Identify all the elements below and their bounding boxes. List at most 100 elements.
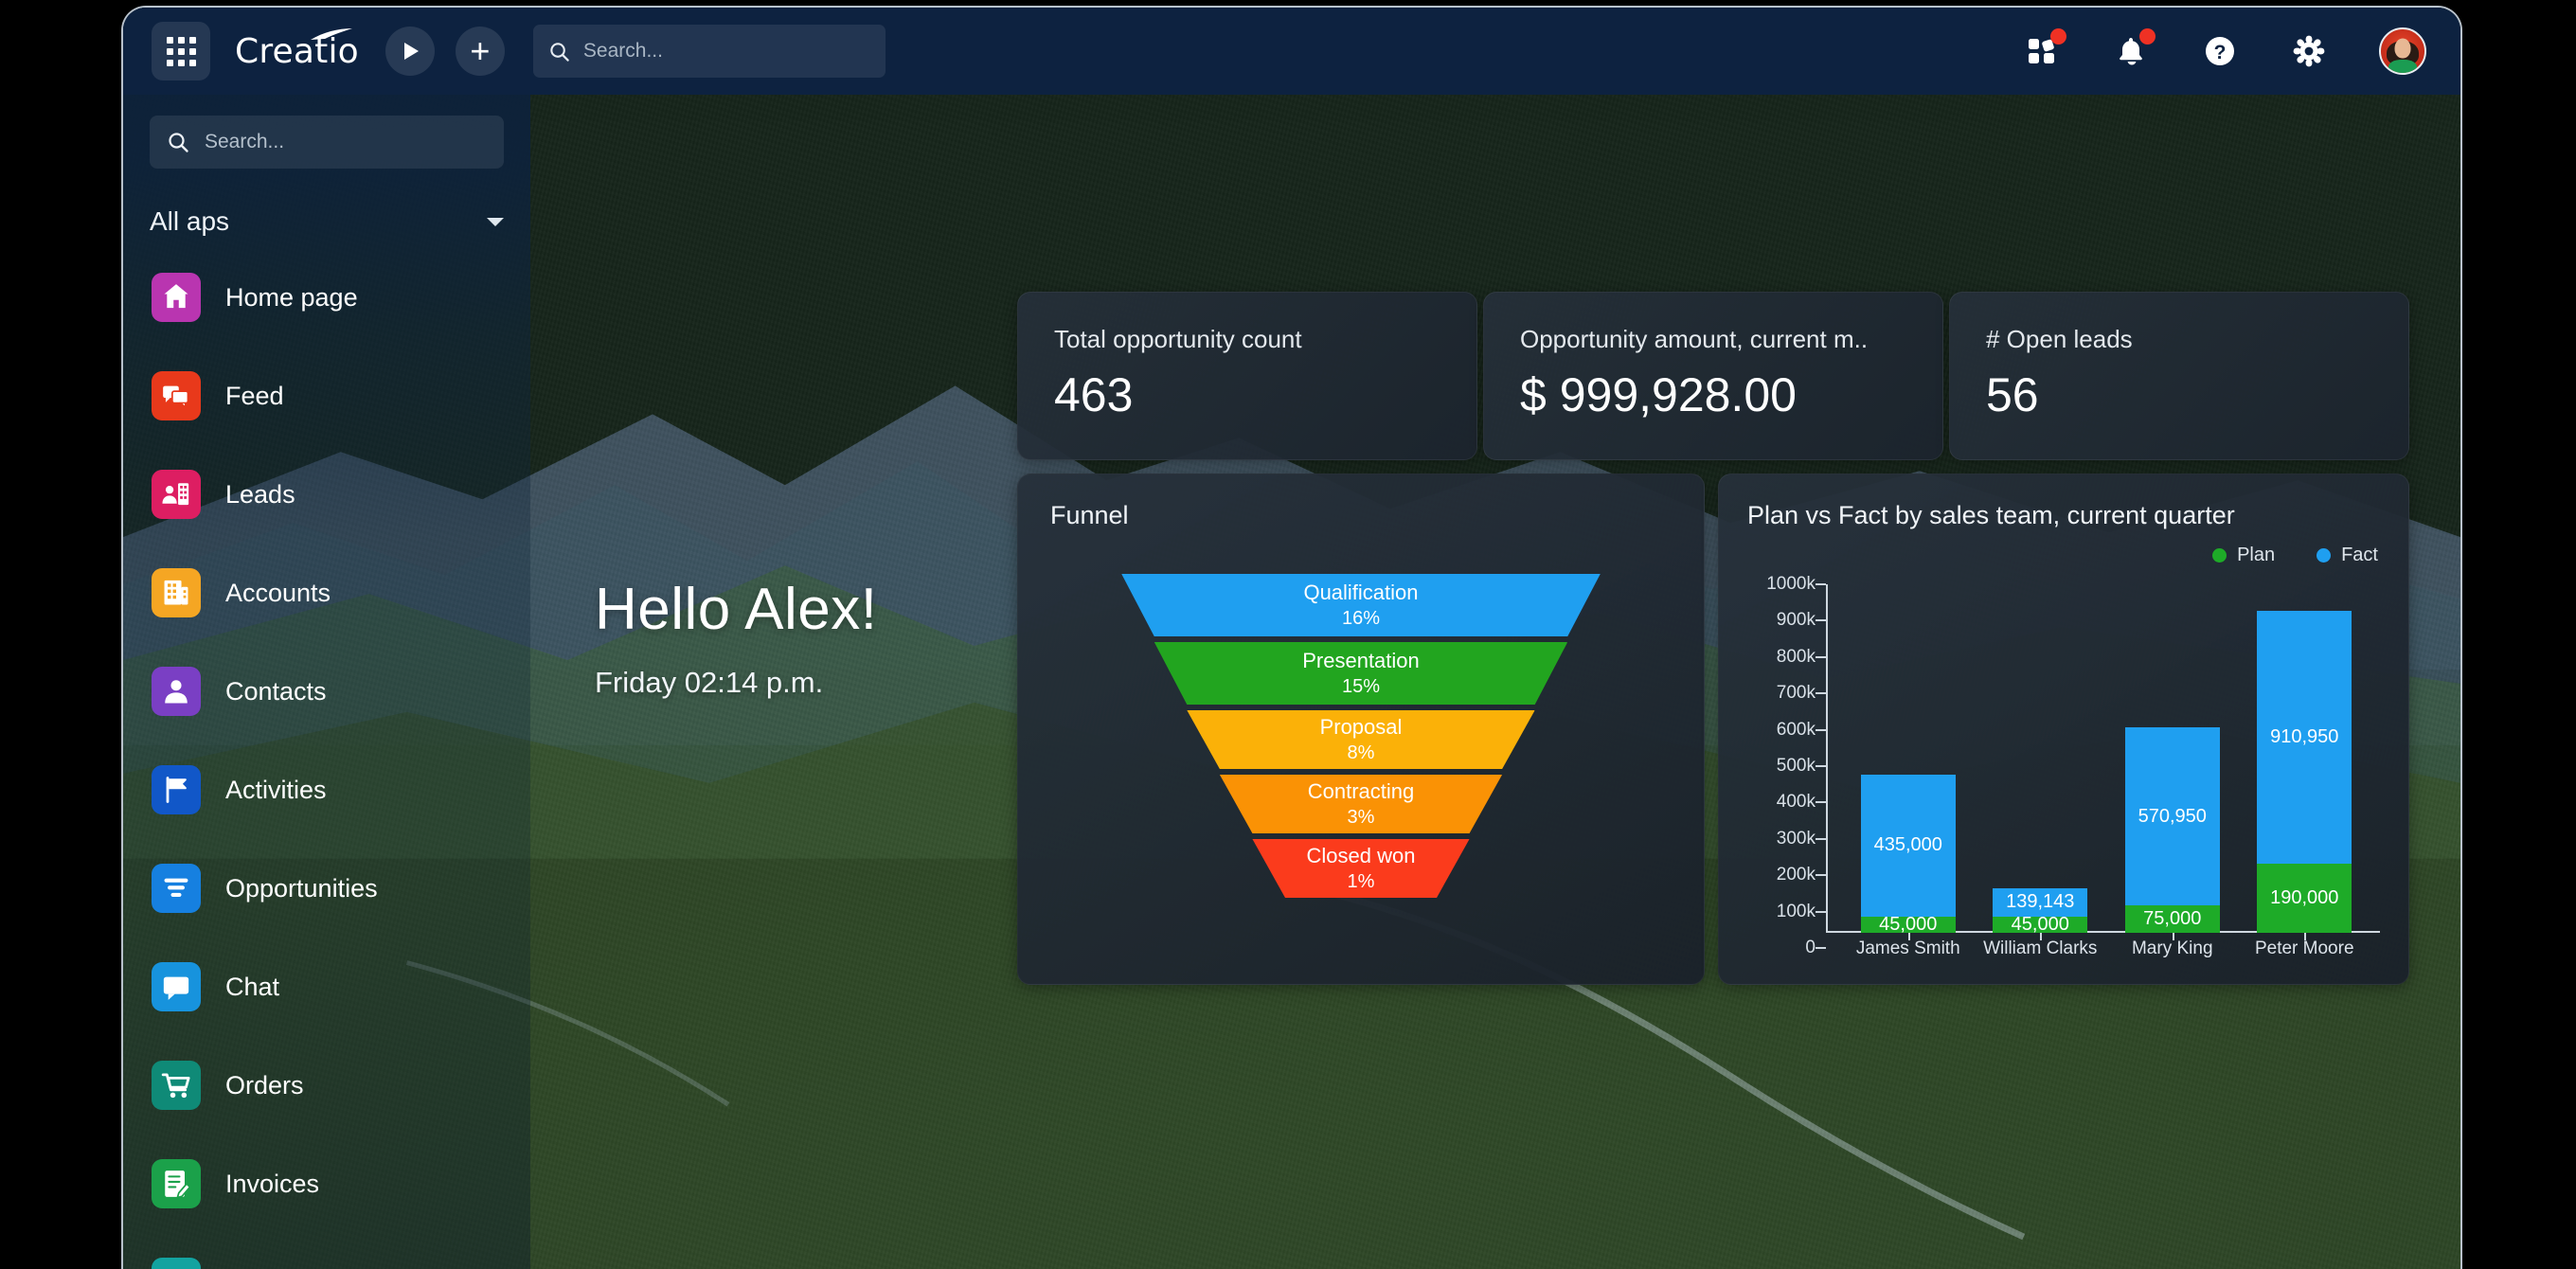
kpi-card[interactable]: Opportunity amount, current m.. $ 999,928…: [1483, 292, 1943, 460]
sidebar-item-label: Opportunities: [225, 873, 378, 903]
apps-grid-button[interactable]: [152, 22, 210, 80]
funnel-stage[interactable]: Proposal 8%: [1187, 710, 1535, 769]
plan-vs-fact-title: Plan vs Fact by sales team, current quar…: [1747, 501, 2235, 529]
y-axis-tick: [1816, 619, 1826, 622]
funnel-stage[interactable]: Qualification 16%: [1121, 574, 1601, 636]
chevron-down-icon: [487, 217, 504, 226]
sidebar-item-partial[interactable]: [133, 1254, 521, 1269]
sidebar-item-label: Orders: [225, 1070, 304, 1099]
sidebar-item-label: Home page: [225, 282, 358, 312]
bar-segment-fact[interactable]: 139,143: [1993, 888, 2088, 917]
funnel-stage[interactable]: Presentation 15%: [1154, 642, 1568, 705]
funnel-chart: Qualification 16% Presentation 15% Proposal 8…: [1050, 551, 1672, 968]
sidebar-item-feed[interactable]: Feed: [133, 367, 521, 424]
funnel-stage[interactable]: Closed won 1%: [1252, 839, 1470, 898]
kpi-value: 463: [1054, 368, 1134, 421]
global-search-placeholder: Search...: [582, 40, 663, 62]
creatio-app-window: Creatio + Search... ? Search... All aps …: [121, 6, 2462, 1269]
user-avatar[interactable]: [2379, 27, 2426, 75]
bar-value-fact: 139,143: [2006, 891, 2075, 913]
avatar-body: [2388, 60, 2417, 73]
bar-group[interactable]: 435,000 45,000: [1860, 774, 1956, 935]
creatio-logo[interactable]: Creatio: [235, 28, 359, 74]
y-axis-tick-label: 100k: [1776, 901, 1816, 921]
bar-group[interactable]: 570,950 75,000: [2124, 727, 2220, 933]
bar-segment-plan[interactable]: 190,000: [2257, 864, 2352, 933]
funnel-stage-label: Contracting: [1307, 778, 1415, 803]
sidebar-search-input[interactable]: Search...: [150, 116, 504, 169]
bar-segment-plan[interactable]: 45,000: [1993, 914, 2088, 935]
bar-group[interactable]: 139,143 45,000: [1993, 888, 2088, 935]
kpi-value: $ 999,928.00: [1520, 368, 1797, 421]
legend-item[interactable]: Plan: [2212, 545, 2275, 566]
funnel-widget[interactable]: Funnel Qualification 16% Presentation 15% Pr…: [1017, 474, 1705, 985]
y-axis-tick: [1816, 692, 1826, 695]
notifications-badge: [2139, 28, 2156, 45]
marketplace-badge: [2050, 28, 2066, 45]
x-axis-category-label: Mary King: [2131, 938, 2213, 958]
run-process-button[interactable]: [385, 27, 435, 76]
legend-swatch: [2317, 548, 2332, 563]
global-search-input[interactable]: Search...: [532, 25, 886, 78]
funnel-stage-label: Qualification: [1303, 580, 1419, 604]
plan-vs-fact-widget[interactable]: Plan vs Fact by sales team, current quar…: [1718, 474, 2409, 985]
marketplace-button[interactable]: [2023, 28, 2066, 70]
apps-filter-dropdown[interactable]: All aps: [150, 201, 504, 242]
bar-segment-plan[interactable]: 75,000: [2124, 905, 2220, 933]
kpi-card-row: Total opportunity count 463 Opportunity am…: [1017, 292, 2409, 460]
sidebar-item-invoices[interactable]: Invoices: [133, 1155, 521, 1212]
y-axis-line: [1826, 584, 1828, 933]
y-axis-tick: [1816, 801, 1826, 804]
sidebar-search-placeholder: Search...: [205, 131, 285, 152]
sidebar-item-activities[interactable]: Activities: [133, 761, 521, 818]
y-axis-tick-label: 600k: [1776, 719, 1816, 740]
chart-row: Funnel Qualification 16% Presentation 15% Pr…: [1017, 474, 2409, 985]
bar-chart: Plan Fact 0 100k 200k 300k 400k 500k 600k 700k 80…: [1747, 545, 2384, 959]
avatar-face: [2394, 38, 2411, 59]
bar-value-plan: 75,000: [2143, 908, 2202, 930]
y-axis-tick: [1816, 655, 1826, 658]
y-axis-tick: [1816, 728, 1826, 731]
sidebar-item-orders[interactable]: Orders: [133, 1057, 521, 1114]
settings-button[interactable]: [2290, 32, 2328, 70]
help-button[interactable]: ?: [2201, 32, 2239, 70]
funnel-widget-title: Funnel: [1050, 501, 1129, 529]
sidebar-item-label: Chat: [225, 972, 280, 1001]
contacts-icon: [152, 667, 201, 716]
sidebar-item-label: Leads: [225, 479, 295, 509]
sidebar-nav-list: Home page Feed Leads Accounts Contacts Activi…: [123, 269, 530, 1269]
sidebar-item-accounts[interactable]: Accounts: [133, 564, 521, 621]
kpi-title: Opportunity amount, current m..: [1520, 325, 1869, 353]
y-axis-tick: [1816, 947, 1826, 949]
legend-swatch: [2212, 548, 2227, 563]
bar-segment-plan[interactable]: 45,000: [1860, 914, 1956, 935]
logo-swoosh-icon: [310, 28, 352, 40]
y-axis-tick: [1816, 910, 1826, 913]
y-axis-tick-label: 400k: [1776, 792, 1816, 813]
y-axis-tick: [1816, 765, 1826, 767]
kpi-title: Total opportunity count: [1054, 325, 1302, 353]
add-button[interactable]: +: [455, 27, 505, 76]
sidebar-item-chat[interactable]: Chat: [133, 958, 521, 1015]
search-icon: [169, 133, 188, 152]
legend-item[interactable]: Fact: [2317, 545, 2378, 566]
greeting-block: Hello Alex! Friday 02:14 p.m.: [595, 576, 877, 700]
funnel-stage[interactable]: Contracting 3%: [1219, 775, 1503, 833]
kpi-card[interactable]: # Open leads 56: [1949, 292, 2409, 460]
y-axis-tick-label: 1000k: [1766, 574, 1816, 594]
gear-icon: [2293, 35, 2325, 67]
sidebar-item-opportunities[interactable]: Opportunities: [133, 860, 521, 917]
notifications-button[interactable]: [2112, 28, 2156, 70]
bar-segment-fact[interactable]: 910,950: [2257, 611, 2352, 865]
sidebar-item-contacts[interactable]: Contacts: [133, 663, 521, 720]
bar-segment-fact[interactable]: 435,000: [1860, 774, 1956, 917]
chart-legend: Plan Fact: [2212, 545, 2378, 566]
bar-group[interactable]: 910,950 190,000: [2257, 611, 2352, 933]
sidebar-item-home-page[interactable]: Home page: [133, 269, 521, 326]
bar-value-fact: 435,000: [1873, 834, 1942, 856]
plus-icon: +: [470, 31, 491, 70]
sidebar-item-leads[interactable]: Leads: [133, 466, 521, 523]
bar-segment-fact[interactable]: 570,950: [2124, 727, 2220, 906]
sidebar-item-label: Accounts: [225, 578, 331, 607]
kpi-card[interactable]: Total opportunity count 463: [1017, 292, 1477, 460]
